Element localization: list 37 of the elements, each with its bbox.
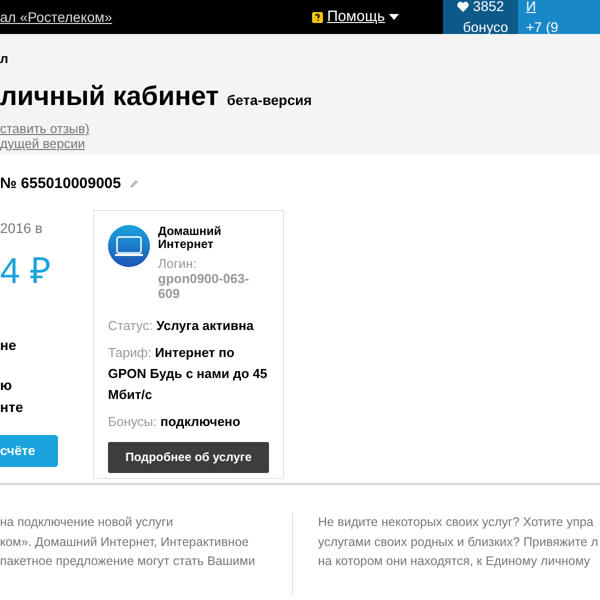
portal-link[interactable]: ал «Ростелеком» [0, 6, 112, 28]
login-value: gpon0900-063-609 [158, 270, 250, 300]
info-text: на подключение новой услуги [0, 514, 174, 531]
laptop-icon [108, 224, 150, 266]
bonus-count: 3852 [472, 0, 504, 16]
service-field: Статус: Услуга активна [108, 314, 269, 336]
bonus-label: бонусо [462, 18, 508, 37]
page-title: личный кабинет [0, 83, 219, 110]
info-text: на котором они находятся, к Единому личному [318, 553, 592, 570]
note-text: ю [0, 376, 13, 394]
caret-icon [389, 14, 399, 20]
text-link[interactable]: ставить отзыв) [0, 121, 90, 136]
help-icon [312, 12, 324, 22]
info-text: услугами своих родных и близких? Привяжите л [318, 534, 600, 551]
account-phone: +7 (9 [526, 18, 560, 37]
note-text: не [0, 336, 18, 354]
account-number: № 655010009005 [0, 174, 121, 194]
login-label: Логин: [158, 256, 198, 270]
balance-amount: 4 ₽ [0, 252, 52, 288]
breadcrumb: л [0, 52, 10, 65]
info-text: Не видите некоторых своих услуг? Хотите упра [318, 514, 595, 531]
info-text: пакетное предложение могут стать Вашими [0, 553, 256, 570]
note-text: нте [0, 398, 24, 416]
help-link[interactable]: Помощь [327, 6, 385, 28]
account-panel[interactable]: И +7 (9 [518, 0, 600, 34]
service-field: Бонусы: подключено [108, 410, 269, 432]
info-text: ком». Домашний Интернет, Интерактивное [0, 534, 250, 551]
account-name: И [526, 0, 538, 16]
pencil-icon[interactable] [129, 179, 139, 190]
beta-label: бета-версия [226, 91, 312, 110]
text-link[interactable]: дущей версии [0, 136, 85, 151]
details-button[interactable]: Подробнее об услуге [108, 442, 269, 472]
service-title: Домашний Интернет [158, 224, 222, 250]
heart-icon [456, 1, 469, 12]
balance-date: 2016 в [0, 218, 44, 238]
service-field: Тариф: Интернет по GPON Будь с нами до 45 Мбит/с [108, 342, 269, 404]
bonus-panel[interactable]: 3852 бонусо [443, 0, 518, 34]
